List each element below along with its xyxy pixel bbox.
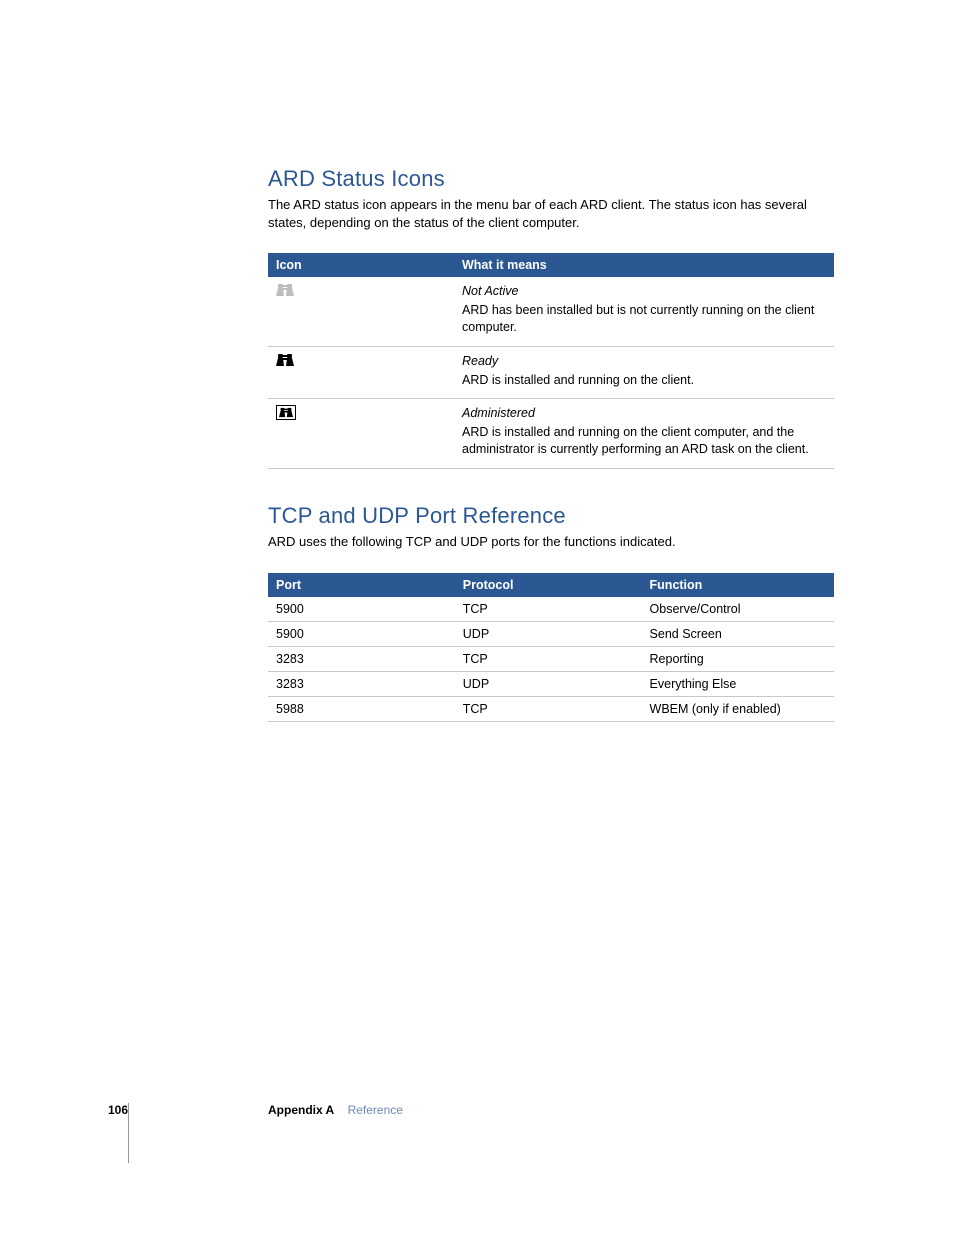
cell-function: WBEM (only if enabled) [642,696,834,721]
cell-function: Everything Else [642,671,834,696]
port-reference-table: Port Protocol Function 5900 TCP Observe/… [268,573,834,722]
cell-port: 5900 [268,621,455,646]
cell-port: 3283 [268,646,455,671]
cell-protocol: TCP [455,696,642,721]
ard-administered-icon [276,405,296,420]
th-protocol: Protocol [455,573,642,597]
status-title: Administered [462,405,826,422]
cell-port: 3283 [268,671,455,696]
footer-divider [128,1103,129,1163]
cell-protocol: TCP [455,597,642,622]
table-row: 5900 TCP Observe/Control [268,597,834,622]
ard-inactive-icon [276,283,294,299]
section-heading-status: ARD Status Icons [268,166,834,192]
cell-function: Observe/Control [642,597,834,622]
cell-port: 5988 [268,696,455,721]
ard-ready-icon [276,353,294,369]
status-title: Not Active [462,283,826,300]
cell-protocol: UDP [455,671,642,696]
cell-function: Reporting [642,646,834,671]
section-intro-status: The ARD status icon appears in the menu … [268,196,834,231]
status-desc: ARD has been installed but is not curren… [462,303,814,334]
table-row: 5900 UDP Send Screen [268,621,834,646]
table-row: 5988 TCP WBEM (only if enabled) [268,696,834,721]
section-intro-ports: ARD uses the following TCP and UDP ports… [268,533,834,551]
cell-function: Send Screen [642,621,834,646]
th-meaning: What it means [454,253,834,277]
status-icons-table: Icon What it means Not Active ARD has be… [268,253,834,469]
th-function: Function [642,573,834,597]
page-number: 106 [108,1103,128,1117]
footer-label: Appendix A Reference [268,1103,403,1117]
table-row: 3283 TCP Reporting [268,646,834,671]
table-row: Ready ARD is installed and running on th… [268,346,834,399]
th-icon: Icon [268,253,454,277]
status-desc: ARD is installed and running on the clie… [462,425,809,456]
cell-protocol: UDP [455,621,642,646]
table-row: Administered ARD is installed and runnin… [268,399,834,469]
th-port: Port [268,573,455,597]
cell-port: 5900 [268,597,455,622]
table-row: Not Active ARD has been installed but is… [268,277,834,346]
status-desc: ARD is installed and running on the clie… [462,373,694,387]
status-title: Ready [462,353,826,370]
section-heading-ports: TCP and UDP Port Reference [268,503,834,529]
cell-protocol: TCP [455,646,642,671]
table-row: 3283 UDP Everything Else [268,671,834,696]
